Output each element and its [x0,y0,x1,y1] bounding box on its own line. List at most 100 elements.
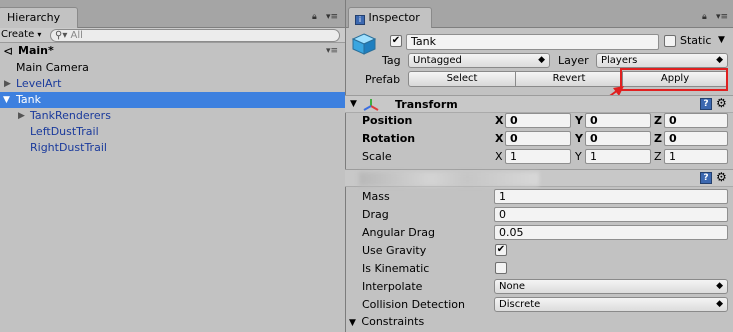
interpolate-label: Interpolate [362,280,423,293]
rigidbody-section-header[interactable]: ? ⚙ [345,169,733,187]
position-x-field[interactable]: 0 [505,113,571,128]
chevron-down-icon: ◆ [716,55,723,65]
gear-icon[interactable]: ⚙ [716,170,727,184]
hierarchy-item-levelart[interactable]: ▶ LevelArt [0,76,345,92]
use-gravity-checkbox[interactable]: ✔ [495,244,507,256]
transform-axis-icon [363,99,379,111]
gameobject-cube-icon [351,33,377,55]
layer-value: Players [601,55,638,66]
select-label: Select [446,73,478,84]
revert-label: Revert [552,73,586,84]
constraints-foldout[interactable]: ▼ Constraints [349,315,424,331]
hierarchy-panel: Hierarchy 🔒︎ ▾≡ Create ▾ ⚲▾ All ⊲ Main* … [0,0,345,332]
gear-icon[interactable]: ⚙ [716,96,727,110]
blurred-header-overlay [359,172,539,186]
search-placeholder: All [70,30,83,41]
info-icon: i [355,15,365,25]
hierarchy-item-tankrenderers[interactable]: ▶ TankRenderers [0,108,345,124]
lock-icon[interactable]: 🔒︎ [312,12,317,22]
tag-dropdown[interactable]: Untagged ◆ [408,53,550,68]
list-item-label: Tank [16,93,41,106]
inspector-tab[interactable]: i Inspector [348,7,432,28]
transform-title: Transform [395,98,458,111]
drag-label: Drag [362,208,389,221]
position-y-axis: Y [575,114,583,127]
angular-drag-label: Angular Drag [362,226,435,239]
rotation-label: Rotation [362,132,416,145]
mass-field[interactable]: 1 [494,189,728,204]
scale-x-axis: X [495,150,503,163]
layer-dropdown[interactable]: Players ◆ [596,53,728,68]
scale-z-field[interactable]: 1 [664,149,728,164]
expand-arrow-icon[interactable]: ▶ [4,76,11,92]
scale-label: Scale [362,150,392,163]
mass-label: Mass [362,190,390,203]
tag-label: Tag [382,54,401,67]
position-z-axis: Z [654,114,662,127]
panel-menu-icon[interactable]: ▾≡ [716,12,728,22]
position-z-field[interactable]: 0 [664,113,728,128]
prefab-select-button[interactable]: Select [408,71,516,87]
foldout-arrow-icon[interactable]: ▼ [350,99,357,109]
rotation-y-axis: Y [575,132,583,145]
collision-detection-value: Discrete [499,299,541,310]
foldout-arrow-icon: ▼ [349,318,356,328]
create-dropdown[interactable]: Create ▾ [0,28,41,42]
scale-x-field[interactable]: 1 [505,149,571,164]
prefab-label: Prefab [365,73,401,86]
static-chevron-down-icon[interactable]: ▼ [718,35,725,45]
chevron-down-icon: ◆ [716,299,723,309]
unity-scene-icon: ⊲ [3,44,14,58]
rotation-x-field[interactable]: 0 [505,131,571,146]
position-label: Position [362,114,413,127]
chevron-down-icon: ◆ [716,281,723,291]
hierarchy-item-tank[interactable]: ▼ Tank [0,92,345,108]
list-item-label: Main Camera [16,61,89,74]
collision-detection-label: Collision Detection [362,298,466,311]
list-item-label: TankRenderers [30,109,111,122]
search-field[interactable]: ⚲▾ All [50,29,340,42]
scale-y-field[interactable]: 1 [585,149,651,164]
lock-icon[interactable]: 🔒︎ [702,12,707,22]
apply-highlight-box [620,68,728,91]
inspector-tab-label: Inspector [368,11,420,24]
layer-label: Layer [558,54,589,67]
collapse-arrow-icon[interactable]: ▼ [3,92,10,108]
interpolate-dropdown[interactable]: None ◆ [494,279,728,294]
transform-section-header[interactable]: ▼ Transform ? ⚙ [345,95,733,113]
drag-field[interactable]: 0 [494,207,728,222]
interpolate-value: None [499,281,526,292]
search-icon: ⚲▾ [55,30,68,41]
chevron-down-icon: ▾ [37,30,42,39]
collision-detection-dropdown[interactable]: Discrete ◆ [494,297,728,312]
help-icon[interactable]: ? [700,98,712,110]
list-item-label: RightDustTrail [30,141,107,154]
scene-menu-icon[interactable]: ▾≡ [326,43,338,59]
rotation-z-axis: Z [654,132,662,145]
constraints-label: Constraints [361,315,425,328]
panel-menu-icon[interactable]: ▾≡ [326,12,338,22]
hierarchy-tab[interactable]: Hierarchy [0,7,78,28]
scale-z-axis: Z [654,150,662,163]
hierarchy-item-leftdusttrail[interactable]: LeftDustTrail [0,124,345,140]
chevron-down-icon: ◆ [538,55,545,65]
static-checkbox[interactable] [664,35,676,47]
help-icon[interactable]: ? [700,172,712,184]
scene-name: Main* [18,44,54,57]
object-name-field[interactable]: Tank [406,34,659,50]
scene-row[interactable]: ⊲ Main* ▾≡ [0,43,345,60]
rotation-x-axis: X [495,132,504,145]
hierarchy-item-rightdusttrail[interactable]: RightDustTrail [0,140,345,156]
use-gravity-label: Use Gravity [362,244,427,257]
position-y-field[interactable]: 0 [585,113,651,128]
hierarchy-item-main-camera[interactable]: Main Camera [0,60,345,76]
is-kinematic-checkbox[interactable] [495,262,507,274]
active-checkbox[interactable]: ✔ [390,35,402,47]
static-label: Static [680,34,712,47]
is-kinematic-label: Is Kinematic [362,262,430,275]
rotation-y-field[interactable]: 0 [585,131,651,146]
rotation-z-field[interactable]: 0 [664,131,728,146]
expand-arrow-icon[interactable]: ▶ [18,108,25,124]
angular-drag-field[interactable]: 0.05 [494,225,728,240]
position-x-axis: X [495,114,504,127]
